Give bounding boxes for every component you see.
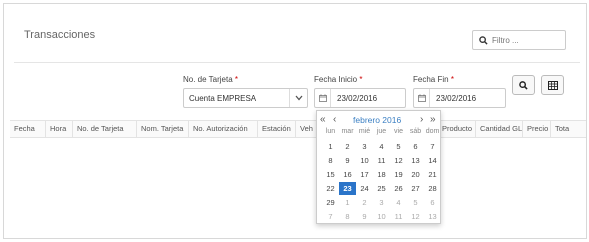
date-picker: « ‹ febrero 2016 › » lun mar mié jue vie…: [316, 110, 441, 224]
end-date-field[interactable]: 23/02/2016: [413, 88, 506, 108]
calendar-day[interactable]: 10: [356, 154, 373, 167]
column-header[interactable]: Hora: [46, 121, 73, 137]
start-date-value: 23/02/2016: [337, 93, 378, 103]
card-label-text: No. de Tarjeta: [183, 75, 233, 84]
column-header[interactable]: No. Autorización: [189, 121, 258, 137]
calendar-day[interactable]: 9: [356, 210, 373, 223]
calendar-day[interactable]: 25: [373, 182, 390, 195]
weekday-label: dom: [425, 128, 440, 135]
calendar-day[interactable]: 1: [339, 196, 356, 209]
calendar-day[interactable]: 8: [339, 210, 356, 223]
chevron-down-icon[interactable]: [289, 89, 307, 107]
calendar-day[interactable]: 7: [322, 210, 339, 223]
column-header[interactable]: Tota: [551, 121, 586, 137]
calendar-day[interactable]: 5: [407, 196, 424, 209]
search-icon: [519, 80, 528, 90]
calendar-day[interactable]: 13: [424, 210, 441, 223]
calendar-day[interactable]: 16: [339, 168, 356, 181]
prev-month-button[interactable]: ‹: [333, 113, 336, 127]
filter-input[interactable]: [492, 35, 562, 45]
calendar-day[interactable]: 9: [339, 154, 356, 167]
next-year-button[interactable]: »: [430, 113, 436, 127]
start-date-label: Fecha Inicio *: [314, 75, 363, 84]
column-header[interactable]: No. de Tarjeta: [73, 121, 137, 137]
calendar-day[interactable]: 29: [322, 196, 339, 209]
grid-icon: [547, 80, 558, 90]
calendar-day[interactable]: 8: [322, 154, 339, 167]
calendar-day[interactable]: 12: [407, 210, 424, 223]
page-title: Transacciones: [24, 29, 96, 41]
calendar-day[interactable]: 3: [373, 196, 390, 209]
card-select[interactable]: Cuenta EMPRESA: [183, 88, 308, 108]
end-date-label-text: Fecha Fin: [413, 75, 449, 84]
calendar-day[interactable]: 20: [407, 168, 424, 181]
calendar-icon[interactable]: [315, 89, 331, 107]
calendar-day[interactable]: 26: [390, 182, 407, 195]
calendar-day[interactable]: 10: [373, 210, 390, 223]
calendar-day[interactable]: 14: [424, 154, 441, 167]
calendar-day[interactable]: 23: [339, 182, 356, 195]
next-month-button[interactable]: ›: [420, 113, 423, 127]
column-header[interactable]: Estación: [258, 121, 296, 137]
calendar-day[interactable]: 6: [407, 140, 424, 153]
weekday-label: sáb: [409, 128, 422, 135]
calendar-day[interactable]: 24: [356, 182, 373, 195]
calendar-day[interactable]: 6: [424, 196, 441, 209]
weekday-label: jue: [376, 128, 387, 135]
weekday-label: mié: [358, 128, 371, 135]
calendar-day[interactable]: 4: [390, 196, 407, 209]
column-header[interactable]: Nom. Tarjeta: [137, 121, 189, 137]
calendar-day[interactable]: 15: [322, 168, 339, 181]
prev-year-button[interactable]: «: [320, 113, 326, 127]
card-label: No. de Tarjeta *: [183, 75, 238, 84]
transactions-panel: Transacciones No. de Tarjeta * Cuenta EM…: [3, 3, 587, 239]
column-header[interactable]: Cantidad GL: [476, 121, 523, 137]
calendar-day[interactable]: 1: [322, 140, 339, 153]
weekday-label: vie: [394, 128, 403, 135]
weekday-label: lun: [325, 128, 336, 135]
calendar-day[interactable]: 11: [390, 210, 407, 223]
calendar-day[interactable]: 7: [424, 140, 441, 153]
calendar-day[interactable]: 17: [356, 168, 373, 181]
calendar-day[interactable]: 11: [373, 154, 390, 167]
calendar-day[interactable]: 27: [407, 182, 424, 195]
start-date-field[interactable]: 23/02/2016: [314, 88, 406, 108]
end-date-label: Fecha Fin *: [413, 75, 454, 84]
column-header[interactable]: Producto: [442, 121, 476, 137]
calendar-day[interactable]: 19: [390, 168, 407, 181]
calendar-day[interactable]: 18: [373, 168, 390, 181]
calendar-day[interactable]: 28: [424, 182, 441, 195]
end-date-value: 23/02/2016: [436, 93, 477, 103]
calendar-day[interactable]: 5: [390, 140, 407, 153]
calendar-day[interactable]: 3: [356, 140, 373, 153]
header-divider: [14, 62, 580, 63]
columns-button[interactable]: [541, 75, 564, 95]
filter-search-box[interactable]: [472, 30, 566, 50]
month-year-label[interactable]: febrero 2016: [353, 113, 401, 127]
calendar-day[interactable]: 2: [356, 196, 373, 209]
calendar-day[interactable]: 12: [390, 154, 407, 167]
calendar-day[interactable]: 4: [373, 140, 390, 153]
calendar-day[interactable]: 22: [322, 182, 339, 195]
calendar-day[interactable]: 13: [407, 154, 424, 167]
calendar-day[interactable]: 2: [339, 140, 356, 153]
date-picker-header: « ‹ febrero 2016 › »: [317, 113, 440, 127]
search-icon: [479, 35, 488, 45]
start-date-label-text: Fecha Inicio: [314, 75, 358, 84]
calendar-icon[interactable]: [414, 89, 430, 107]
end-required-mark: *: [450, 75, 454, 84]
weekday-header: lun mar mié jue vie sáb dom: [322, 128, 441, 139]
table-header: Fecha Hora No. de Tarjeta Nom. Tarjeta N…: [10, 120, 586, 138]
start-required-mark: *: [359, 75, 363, 84]
column-header[interactable]: Fecha: [10, 121, 46, 137]
card-select-value: Cuenta EMPRESA: [189, 93, 257, 103]
card-required-mark: *: [234, 75, 239, 84]
column-header[interactable]: Precio: [523, 121, 551, 137]
calendar-day[interactable]: 21: [424, 168, 441, 181]
search-button[interactable]: [512, 75, 535, 95]
weekday-label: mar: [341, 128, 354, 135]
